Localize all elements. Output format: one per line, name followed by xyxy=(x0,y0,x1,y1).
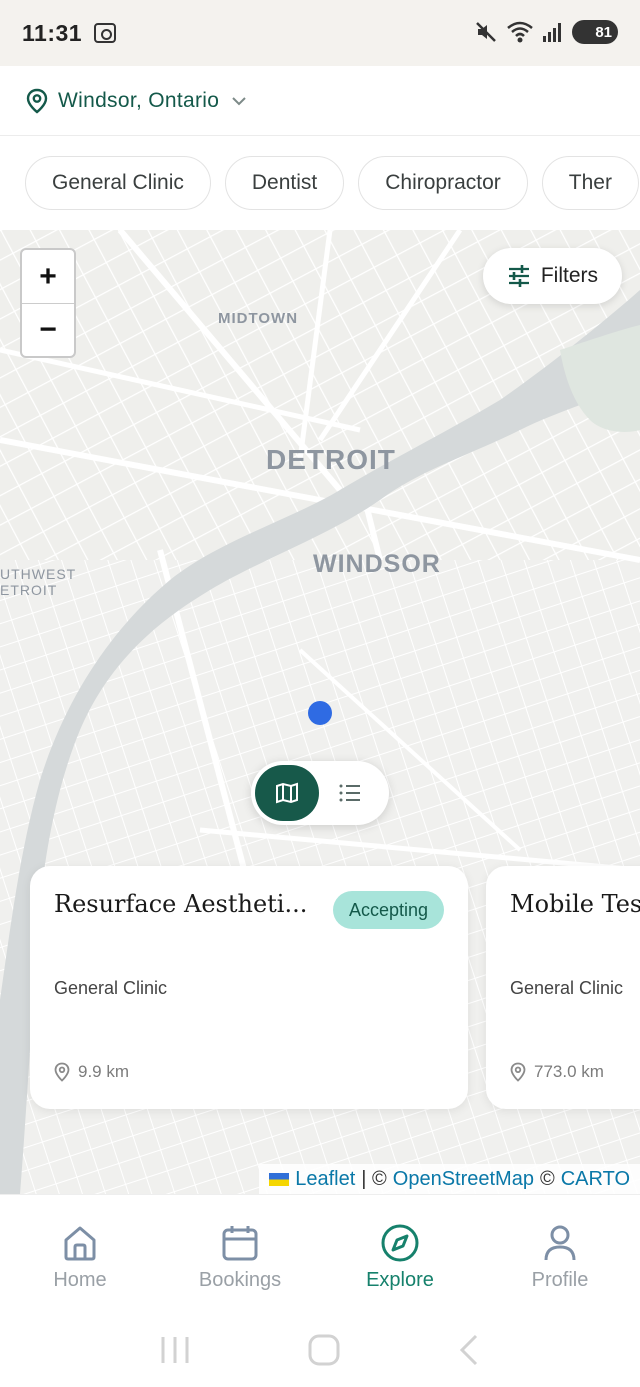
user-location-marker xyxy=(308,701,332,725)
ukraine-flag-icon xyxy=(269,1172,290,1186)
clinic-name: Mobile Tes xyxy=(510,890,640,918)
status-icons: 81 xyxy=(474,20,618,44)
clinic-type: General Clinic xyxy=(510,978,624,998)
chevron-down-icon xyxy=(232,96,246,105)
recent-apps-icon[interactable] xyxy=(158,1335,192,1365)
category-chips: General Clinic Dentist Chiropractor Ther xyxy=(0,136,640,230)
distance-value: 9.9 km xyxy=(78,1062,130,1081)
clinic-distance: 9.9 km xyxy=(54,1062,129,1082)
home-button-icon[interactable] xyxy=(307,1333,341,1367)
attribution-separator: | © xyxy=(361,1167,387,1190)
clinic-name: Resurface Aestheti... xyxy=(54,890,308,918)
map-view[interactable]: MIDTOWN DETROIT WINDSOR UTHWEST ETROIT +… xyxy=(0,230,640,1194)
distance-value: 773.0 km xyxy=(534,1062,604,1081)
bottom-navigation: Home Bookings Explore Profile xyxy=(0,1194,640,1312)
location-selector[interactable]: Windsor, Ontario xyxy=(0,66,640,136)
nav-home-label: Home xyxy=(53,1269,107,1291)
nav-explore-label: Explore xyxy=(366,1269,434,1291)
clinic-type: General Clinic xyxy=(54,978,168,998)
system-navigation-bar xyxy=(0,1312,640,1387)
map-icon xyxy=(276,782,298,804)
status-bar: 11:31 81 xyxy=(0,0,640,66)
map-label-southwest-line2: ETROIT xyxy=(0,582,58,598)
carto-link[interactable]: CARTO xyxy=(561,1168,630,1191)
chip-dentist[interactable]: Dentist xyxy=(224,156,345,210)
nav-home[interactable]: Home xyxy=(0,1195,160,1312)
filters-button[interactable]: Filters xyxy=(482,248,622,304)
battery-icon: 81 xyxy=(572,20,618,44)
view-toggle xyxy=(251,761,389,825)
screenshot-icon xyxy=(94,23,117,43)
zoom-control: + − xyxy=(20,248,76,358)
location-pin-icon xyxy=(510,1062,526,1082)
location-pin-icon xyxy=(54,1062,70,1082)
leaflet-link[interactable]: Leaflet xyxy=(295,1168,355,1191)
calendar-icon xyxy=(222,1226,258,1261)
map-label-southwest-line1: UTHWEST xyxy=(0,566,77,582)
clinic-card[interactable]: Mobile Tes General Clinic 773.0 km xyxy=(486,866,640,1109)
map-attribution: Leaflet | © OpenStreetMap © CARTO xyxy=(259,1164,640,1194)
sliders-icon xyxy=(508,265,529,287)
map-label-southwest: UTHWEST ETROIT xyxy=(0,566,76,598)
attribution-separator: © xyxy=(539,1167,555,1190)
map-label-midtown: MIDTOWN xyxy=(218,310,299,327)
map-label-detroit: DETROIT xyxy=(266,444,396,475)
list-icon xyxy=(339,784,360,802)
compass-icon xyxy=(381,1224,419,1262)
nav-bookings[interactable]: Bookings xyxy=(160,1195,320,1312)
signal-icon xyxy=(543,23,561,42)
filters-label: Filters xyxy=(540,264,598,287)
nav-profile-label: Profile xyxy=(531,1269,589,1291)
home-icon xyxy=(64,1226,96,1261)
nav-explore[interactable]: Explore xyxy=(320,1195,480,1312)
user-icon xyxy=(544,1225,576,1261)
zoom-in-button[interactable]: + xyxy=(22,250,74,303)
zoom-out-button[interactable]: − xyxy=(22,303,74,356)
chip-general-clinic[interactable]: General Clinic xyxy=(25,156,211,210)
map-view-button[interactable] xyxy=(255,765,319,821)
map-label-windsor: WINDSOR xyxy=(313,550,441,578)
list-view-button[interactable] xyxy=(319,765,381,821)
clinic-card[interactable]: Resurface Aestheti... Accepting General … xyxy=(30,866,468,1109)
openstreetmap-link[interactable]: OpenStreetMap xyxy=(393,1168,534,1191)
back-icon[interactable] xyxy=(456,1333,482,1367)
wifi-icon xyxy=(507,21,533,43)
nav-bookings-label: Bookings xyxy=(198,1269,282,1291)
chip-therapist[interactable]: Ther xyxy=(541,156,639,210)
mute-icon xyxy=(476,22,496,42)
location-pin-icon xyxy=(26,88,48,114)
battery-level: 81 xyxy=(595,23,612,41)
status-badge: Accepting xyxy=(332,891,444,929)
clinic-distance: 773.0 km xyxy=(510,1062,604,1082)
location-label: Windsor, Ontario xyxy=(58,88,220,112)
nav-profile[interactable]: Profile xyxy=(480,1195,640,1312)
status-time: 11:31 xyxy=(22,19,83,46)
chip-chiropractor[interactable]: Chiropractor xyxy=(358,156,528,210)
